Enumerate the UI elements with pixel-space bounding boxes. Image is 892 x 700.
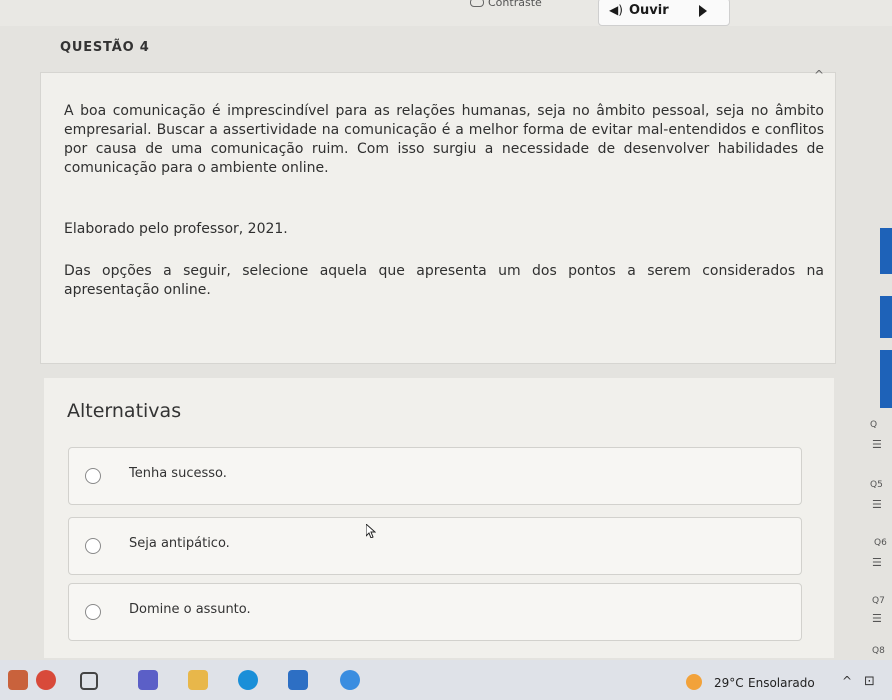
nav-question-label[interactable]: Q bbox=[870, 420, 877, 430]
question-navigator: Q ☰ Q5 ☰ Q6 ☰ Q7 ☰ Q8 bbox=[858, 330, 892, 660]
option-c[interactable]: Domine o assunto. bbox=[68, 583, 802, 641]
nav-question-label[interactable]: Q7 bbox=[872, 596, 885, 606]
files-icon[interactable] bbox=[188, 670, 208, 690]
top-toolbar: Contraste ◀) Ouvir bbox=[0, 0, 892, 26]
play-icon[interactable] bbox=[699, 5, 707, 17]
list-icon[interactable]: ☰ bbox=[872, 438, 882, 451]
list-icon[interactable]: ☰ bbox=[872, 612, 882, 625]
tray-chevron-icon[interactable]: ^ bbox=[842, 674, 852, 688]
chrome-icon[interactable] bbox=[340, 670, 360, 690]
question-source: Elaborado pelo professor, 2021. bbox=[64, 221, 288, 237]
listen-label: Ouvir bbox=[629, 3, 669, 18]
edge-icon[interactable] bbox=[238, 670, 258, 690]
mouse-cursor-icon bbox=[366, 524, 376, 538]
mail-icon[interactable] bbox=[288, 670, 308, 690]
radio-button[interactable] bbox=[85, 538, 101, 554]
list-icon[interactable]: ☰ bbox=[872, 498, 882, 511]
listen-button[interactable]: ◀) Ouvir bbox=[598, 0, 730, 26]
option-label: Domine o assunto. bbox=[129, 602, 251, 617]
radio-button[interactable] bbox=[85, 604, 101, 620]
question-paragraph: A boa comunicação é imprescindível para … bbox=[64, 103, 824, 176]
option-b[interactable]: Seja antipático. bbox=[68, 517, 802, 575]
task-view-icon[interactable] bbox=[80, 672, 98, 690]
store-icon[interactable] bbox=[8, 670, 28, 690]
option-a[interactable]: Tenha sucesso. bbox=[68, 447, 802, 505]
side-nav-active-marker[interactable] bbox=[880, 228, 892, 274]
radio-button[interactable] bbox=[85, 468, 101, 484]
question-title: QUESTÃO 4 bbox=[60, 40, 150, 55]
temperature[interactable]: 29°C bbox=[714, 676, 744, 690]
contrast-icon[interactable] bbox=[470, 0, 484, 7]
collapse-chevron-icon[interactable]: ^ bbox=[814, 68, 824, 82]
list-icon[interactable]: ☰ bbox=[872, 556, 882, 569]
sun-icon[interactable] bbox=[686, 674, 702, 690]
widgets-icon[interactable] bbox=[36, 670, 56, 690]
nav-question-label[interactable]: Q5 bbox=[870, 480, 883, 490]
teams-icon[interactable] bbox=[138, 670, 158, 690]
speaker-icon: ◀) bbox=[609, 3, 623, 17]
contrast-button[interactable]: Contraste bbox=[488, 0, 542, 9]
alternatives-title: Alternativas bbox=[67, 400, 182, 422]
nav-question-label[interactable]: Q8 bbox=[872, 646, 885, 656]
notification-icon[interactable]: ⊡ bbox=[864, 674, 875, 689]
option-label: Seja antipático. bbox=[129, 536, 230, 551]
weather-status[interactable]: Ensolarado bbox=[748, 676, 815, 690]
nav-question-label[interactable]: Q6 bbox=[874, 538, 887, 548]
option-label: Tenha sucesso. bbox=[129, 466, 227, 481]
question-prompt: Das opções a seguir, selecione aquela qu… bbox=[64, 263, 824, 298]
